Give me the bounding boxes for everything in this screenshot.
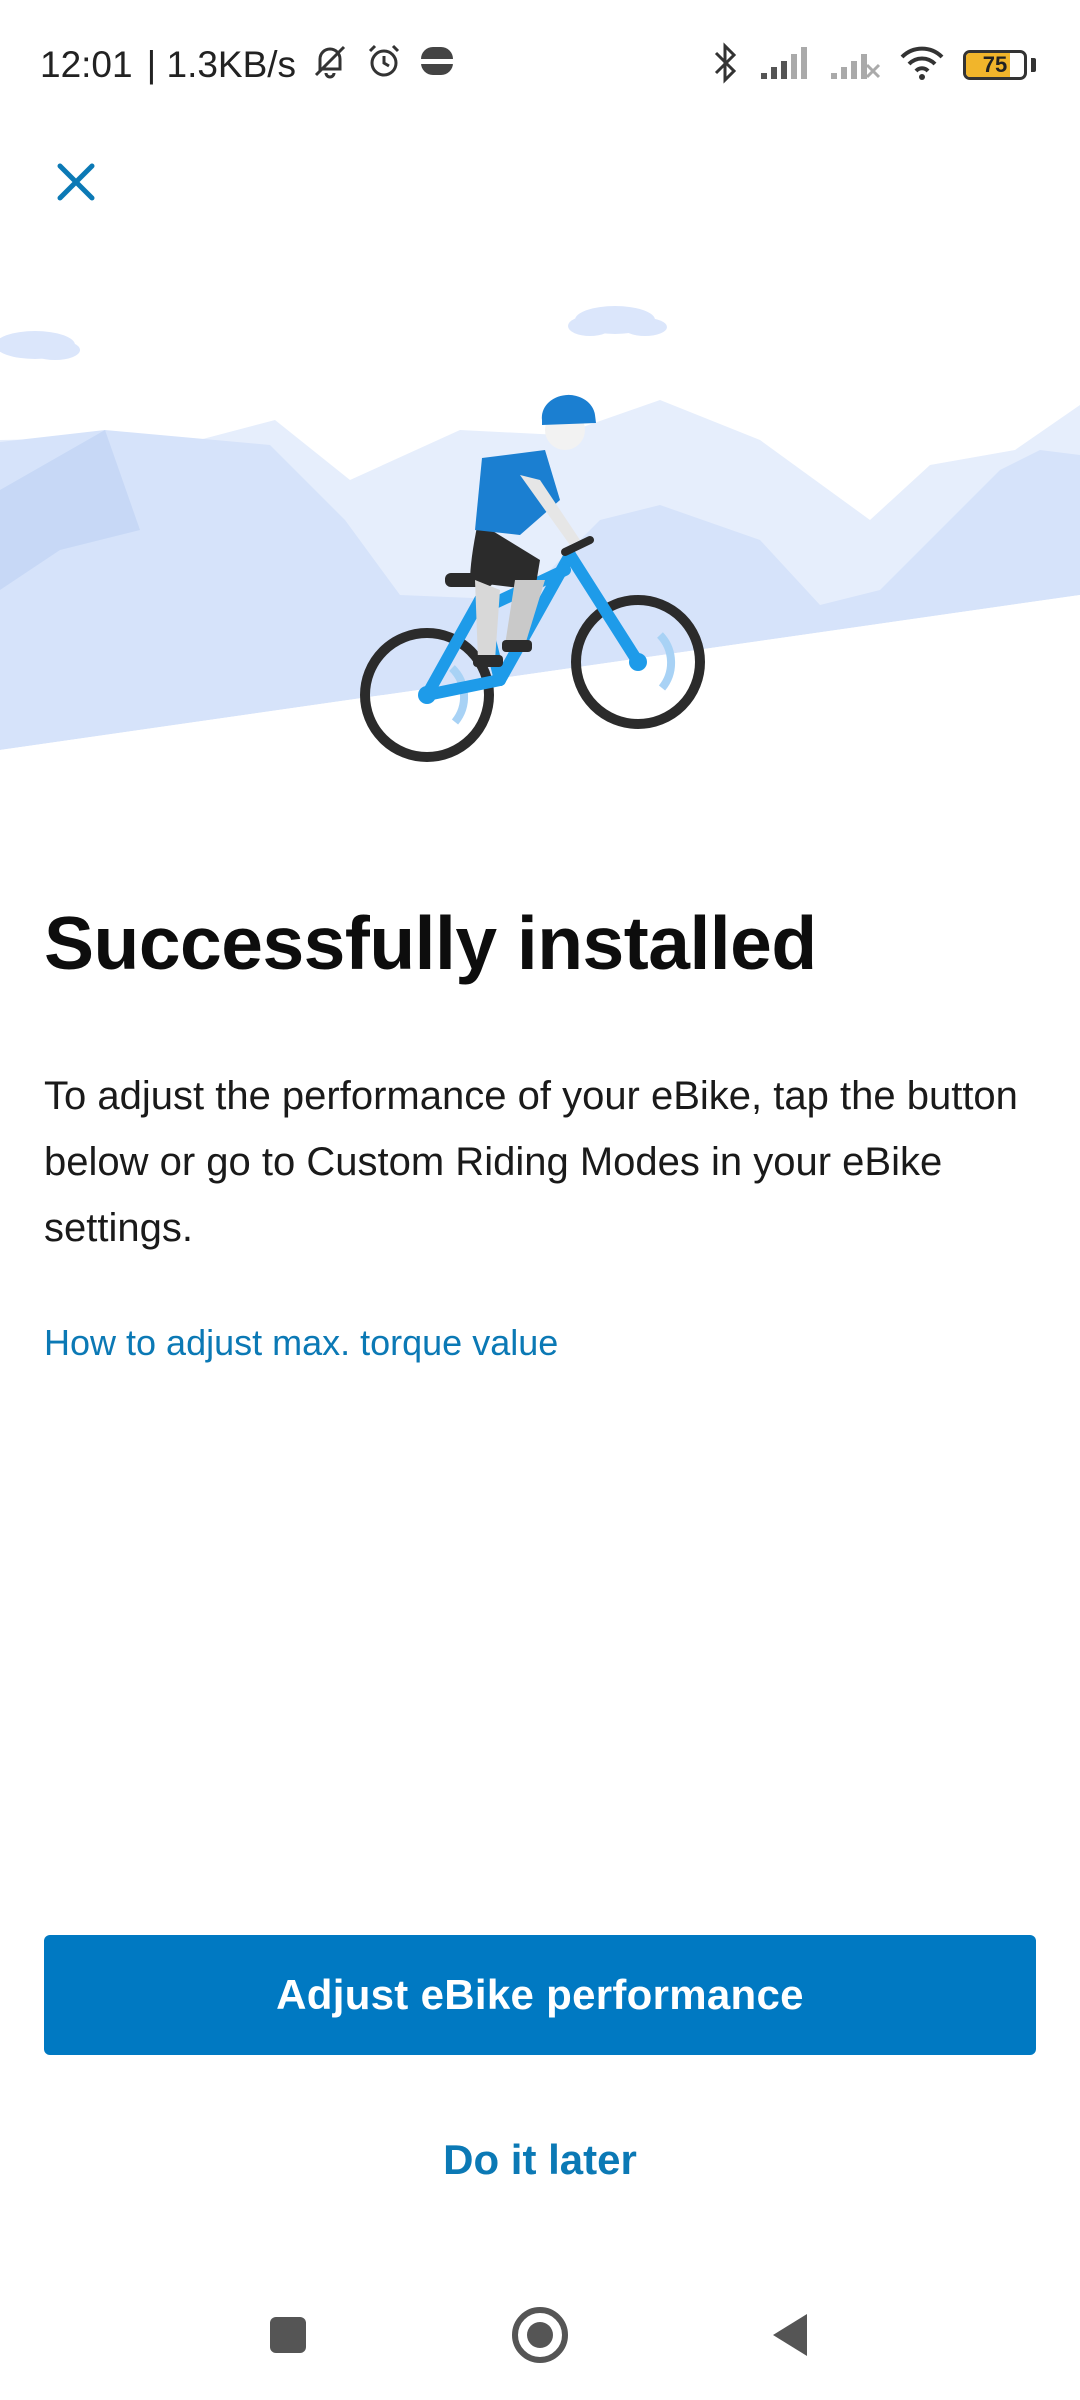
- cloud-top: [568, 306, 667, 336]
- recents-button[interactable]: [233, 2280, 343, 2390]
- burger-king-icon: [418, 42, 456, 89]
- status-bar: 12:01 | 1.3KB/s 75: [0, 0, 1080, 130]
- battery-icon: 75: [963, 50, 1027, 80]
- recents-icon: [270, 2317, 306, 2353]
- mute-icon: [310, 41, 350, 90]
- adjust-performance-button[interactable]: Adjust eBike performance: [44, 1935, 1036, 2055]
- network-speed: | 1.3KB/s: [146, 44, 297, 85]
- home-icon: [512, 2307, 568, 2363]
- home-button[interactable]: [485, 2280, 595, 2390]
- status-right: 75: [711, 40, 1036, 90]
- cloud-left: [0, 331, 80, 360]
- front-hub: [629, 653, 647, 671]
- status-left: 12:01 | 1.3KB/s: [40, 40, 456, 90]
- close-button[interactable]: [44, 150, 108, 214]
- page-title: Successfully installed: [44, 901, 817, 985]
- bluetooth-icon: [711, 41, 741, 90]
- signal-icon: [759, 45, 811, 86]
- rear-hub: [418, 686, 436, 704]
- close-icon: [57, 163, 95, 201]
- status-time: 12:01: [40, 44, 133, 85]
- back-button[interactable]: [735, 2280, 845, 2390]
- back-icon: [773, 2314, 807, 2356]
- navigation-bar: [0, 2280, 1080, 2390]
- battery-cap: [1031, 58, 1036, 72]
- ebike-rider-illustration: [0, 306, 1080, 830]
- battery-level: 75: [982, 52, 1008, 77]
- do-it-later-button[interactable]: Do it later: [340, 2120, 740, 2200]
- torque-help-link[interactable]: How to adjust max. torque value: [44, 1322, 558, 1364]
- wifi-icon: [899, 45, 945, 86]
- description-text: To adjust the performance of your eBike,…: [44, 1074, 1018, 1250]
- signal-no-service-icon: [829, 45, 881, 86]
- alarm-icon: [364, 41, 404, 90]
